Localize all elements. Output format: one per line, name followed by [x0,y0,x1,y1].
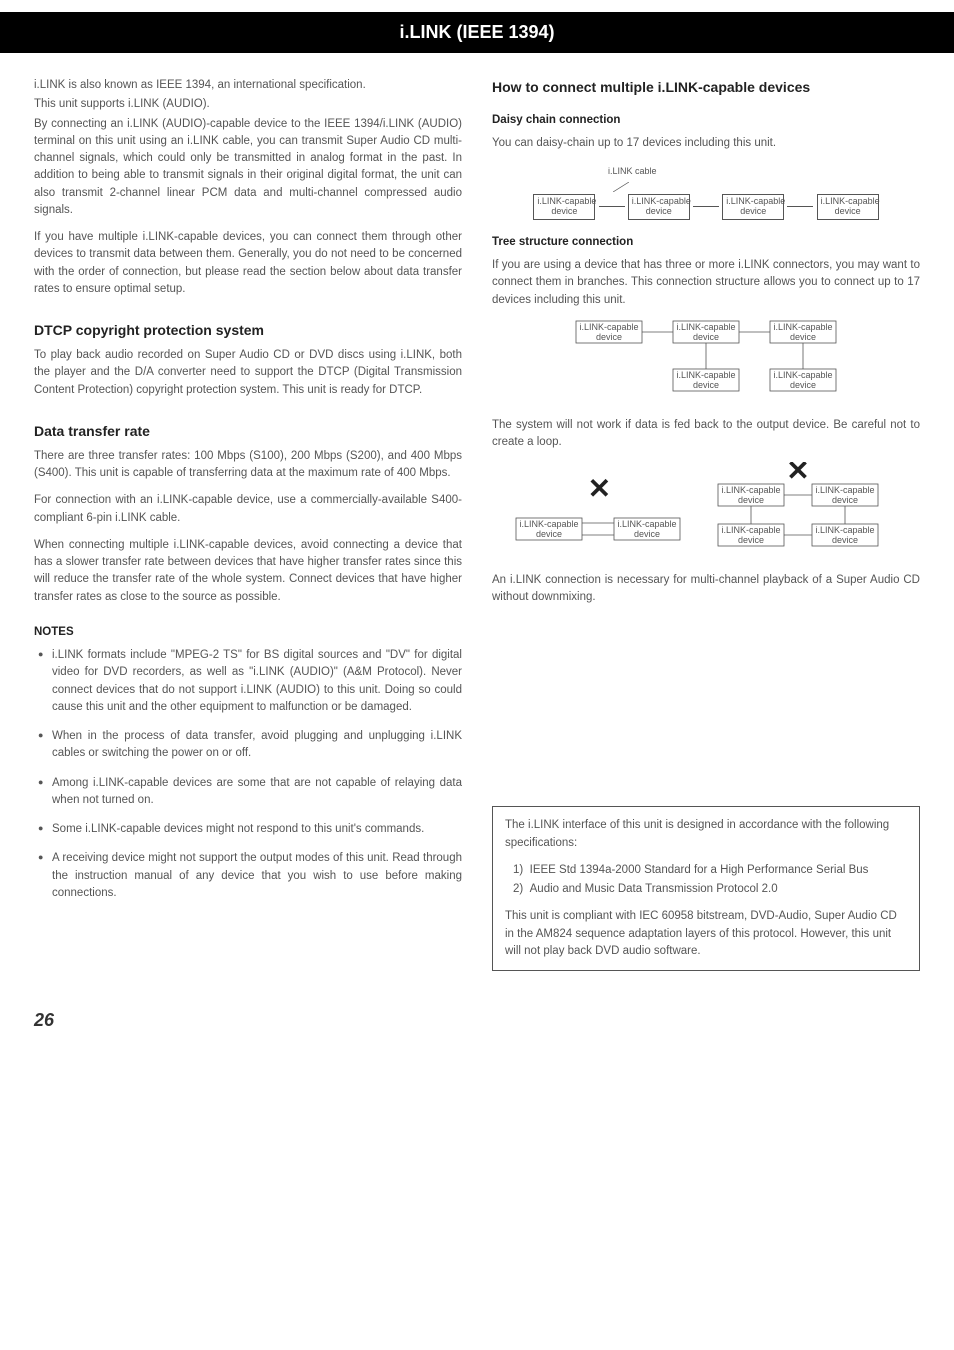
svg-text:device: device [790,332,816,342]
svg-text:i.LINK-capable: i.LINK-capable [721,525,780,535]
svg-text:device: device [738,495,764,505]
intro-para-2: This unit supports i.LINK (AUDIO). [34,96,462,113]
device-box: i.LINK-capabledevice [533,194,595,220]
spec-box: The i.LINK interface of this unit is des… [492,806,920,971]
page-number: 26 [0,981,954,1046]
note-item: A receiving device might not support the… [34,850,462,902]
intro-para-1: i.LINK is also known as IEEE 1394, an in… [34,77,462,94]
para-dtcp: To play back audio recorded on Super Aud… [34,347,462,399]
svg-text:device: device [596,332,622,342]
svg-text:i.LINK-capable: i.LINK-capable [773,370,832,380]
heading-dtcp: DTCP copyright protection system [34,320,462,341]
spec-item: 2) Audio and Music Data Transmission Pro… [513,881,907,898]
svg-text:i.LINK-capable: i.LINK-capable [773,322,832,332]
device-box: i.LINK-capabledevice [628,194,690,220]
svg-text:device: device [536,529,562,539]
svg-text:device: device [693,332,719,342]
note-item: Some i.LINK-capable devices might not re… [34,821,462,838]
daisy-chain-diagram: i.LINK cable i.LINK-capabledevice i.LINK… [492,163,920,220]
svg-text:✕: ✕ [786,462,809,486]
cable-label: i.LINK cable [608,166,657,176]
svg-text:i.LINK-capable: i.LINK-capable [676,322,735,332]
note-item: i.LINK formats include "MPEG-2 TS" for B… [34,647,462,716]
cross-icon: ✕ [582,468,617,510]
svg-text:device: device [832,495,858,505]
loop-warning-diagram: ✕ i.LINK-capabledevice i.LINK-capabledev… [492,462,920,558]
svg-text:i.LINK-capable: i.LINK-capable [579,322,638,332]
pointer-line-icon [613,182,629,192]
loop-right-svg-icon: ✕ i.LINK-capabledevice i.LINK-capabledev… [698,462,898,552]
svg-text:device: device [693,380,719,390]
svg-text:i.LINK-capable: i.LINK-capable [676,370,735,380]
left-column: i.LINK is also known as IEEE 1394, an in… [34,77,462,971]
spec-compliance: This unit is compliant with IEC 60958 bi… [505,908,907,960]
svg-text:device: device [634,529,660,539]
para-daisy: You can daisy-chain up to 17 devices inc… [492,135,920,152]
para-rate-3: When connecting multiple i.LINK-capable … [34,537,462,606]
para-rate-1: There are three transfer rates: 100 Mbps… [34,448,462,483]
intro-para-4: If you have multiple i.LINK-capable devi… [34,229,462,298]
tree-svg-icon: i.LINK-capabledevice i.LINK-capabledevic… [556,319,856,397]
spec-intro: The i.LINK interface of this unit is des… [505,817,907,852]
note-item: When in the process of data transfer, av… [34,728,462,763]
heading-connect: How to connect multiple i.LINK-capable d… [492,77,920,98]
connector-line-icon [693,206,719,207]
right-column: How to connect multiple i.LINK-capable d… [492,77,920,971]
para-rate-2: For connection with an i.LINK-capable de… [34,492,462,527]
heading-daisy: Daisy chain connection [492,112,920,129]
heading-data-rate: Data transfer rate [34,421,462,442]
connector-line-icon [787,206,813,207]
notes-heading: NOTES [34,624,462,641]
content-columns: i.LINK is also known as IEEE 1394, an in… [0,77,954,981]
svg-text:i.LINK-capable: i.LINK-capable [618,519,677,529]
para-multichannel: An i.LINK connection is necessary for mu… [492,572,920,607]
device-box: i.LINK-capabledevice [722,194,784,220]
intro-para-3: By connecting an i.LINK (AUDIO)-capable … [34,116,462,220]
device-box: i.LINK-capabledevice [817,194,879,220]
svg-text:i.LINK-capable: i.LINK-capable [721,485,780,495]
spec-list: 1) IEEE Std 1394a-2000 Standard for a Hi… [513,862,907,899]
heading-tree: Tree structure connection [492,234,920,251]
svg-text:device: device [832,535,858,545]
spec-item: 1) IEEE Std 1394a-2000 Standard for a Hi… [513,862,907,879]
para-tree: If you are using a device that has three… [492,257,920,309]
tree-diagram: i.LINK-capabledevice i.LINK-capabledevic… [492,319,920,403]
para-loop: The system will not work if data is fed … [492,417,920,452]
svg-text:i.LINK-capable: i.LINK-capable [815,485,874,495]
notes-list: i.LINK formats include "MPEG-2 TS" for B… [34,647,462,902]
svg-text:i.LINK-capable: i.LINK-capable [815,525,874,535]
header-title: i.LINK (IEEE 1394) [399,22,554,42]
note-item: Among i.LINK-capable devices are some th… [34,775,462,810]
connector-line-icon [599,206,625,207]
svg-text:i.LINK-capable: i.LINK-capable [520,519,579,529]
page-header: i.LINK (IEEE 1394) [0,12,954,53]
svg-text:device: device [790,380,816,390]
loop-left-svg-icon: i.LINK-capabledevice i.LINK-capabledevic… [514,510,684,546]
svg-text:device: device [738,535,764,545]
